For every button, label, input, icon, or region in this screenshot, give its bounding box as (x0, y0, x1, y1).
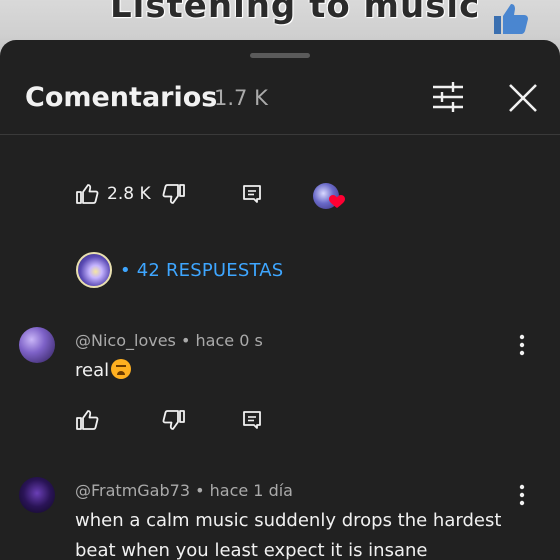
comment-meta: @Nico_loves • hace 0 s (75, 331, 263, 350)
emoji-icon (111, 359, 132, 379)
like-button[interactable]: 2.8 K (75, 182, 151, 206)
thumbs-down-icon (162, 184, 185, 204)
thumbs-down-icon (162, 410, 185, 430)
comment-separator: • (195, 481, 210, 500)
comment-icon (243, 411, 261, 429)
more-options-icon[interactable] (512, 483, 532, 507)
more-options-icon[interactable] (512, 333, 532, 357)
header-divider (0, 134, 560, 135)
replies-count-label: • 42 RESPUESTAS (120, 259, 284, 281)
parent-comment-actions: 2.8 K (0, 182, 560, 214)
comment-text-content: real (75, 360, 110, 381)
creator-heart-badge (313, 183, 345, 209)
reply-button[interactable] (242, 410, 262, 430)
reply-button[interactable] (242, 184, 262, 204)
comment-meta: @FratmGab73 • hace 1 día (75, 481, 293, 500)
comment-actions (0, 408, 560, 440)
view-replies-link[interactable]: • 42 RESPUESTAS (76, 252, 283, 288)
thumbs-up-icon (76, 184, 99, 204)
comment-time: hace 0 s (195, 331, 263, 350)
comment-author[interactable]: @FratmGab73 (75, 481, 190, 500)
comment-item: @FratmGab73 • hace 1 día when a calm mus… (0, 475, 560, 560)
like-count: 2.8 K (107, 184, 151, 204)
comment-text: real (75, 356, 545, 386)
comment-separator: • (180, 331, 196, 350)
thumbs-up-icon (76, 410, 99, 430)
comment-icon (243, 185, 261, 203)
like-button[interactable] (75, 408, 99, 432)
comment-time: hace 1 día (209, 481, 293, 500)
dislike-button[interactable] (162, 408, 186, 432)
sheet-drag-handle[interactable] (250, 53, 310, 58)
thumbs-up-icon (494, 4, 528, 34)
dislike-button[interactable] (162, 182, 186, 206)
avatar[interactable] (19, 477, 55, 513)
page-title: Comentarios (25, 82, 218, 113)
heart-icon (329, 195, 345, 208)
comment-text: when a calm music suddenly drops the har… (75, 510, 502, 560)
comments-header: Comentarios 1.7 K (0, 76, 560, 132)
avatar (76, 252, 112, 288)
comment-count: 1.7 K (214, 86, 268, 110)
close-icon[interactable] (505, 80, 541, 116)
video-overlay-title: Listening to music (110, 0, 481, 26)
avatar[interactable] (19, 327, 55, 363)
comment-author[interactable]: @Nico_loves (75, 331, 176, 350)
filter-icon[interactable] (430, 80, 466, 114)
